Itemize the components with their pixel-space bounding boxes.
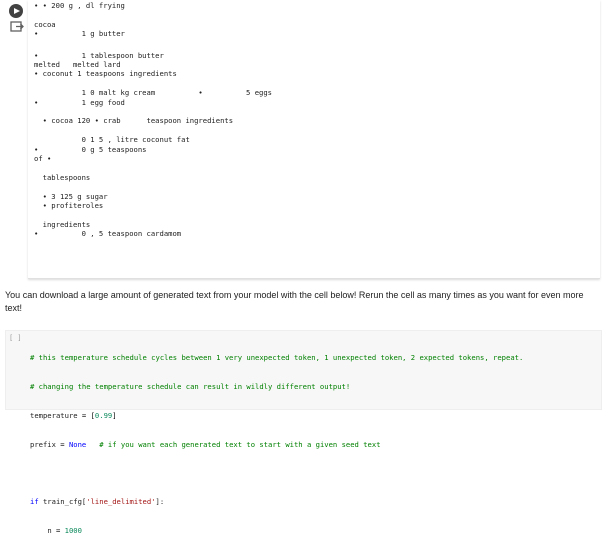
output-line: of • [34,154,52,163]
code-comment: # changing the temperature schedule can … [30,381,351,391]
cell-execution-count[interactable]: [ ] [9,334,22,342]
output-line: • 1 tablespoon butter [34,50,164,60]
output-line: • 3 125 g sugar [34,191,108,201]
output-line: • 1 egg food [34,97,125,107]
output-line: • profiteroles [34,201,104,210]
cell-gutter [0,0,28,290]
code-keyword: if [30,497,39,507]
output-line: 0 1 5 , litre coconut fat [34,135,190,145]
code-comment: # if you want each generated text to sta… [99,439,381,449]
output-clear-icon[interactable] [10,20,24,34]
run-cell-button[interactable] [9,4,23,18]
code-expression: train_cfg[ [42,497,87,507]
markdown-text: You can download a large amount of gener… [5,290,584,313]
code-string: 'line_delimited' [86,497,156,507]
output-line: • 1 g butter [34,29,125,39]
code-constant: None [68,439,87,449]
output-line: cocoa [34,19,56,29]
code-comment: # this temperature schedule cycles betwe… [30,353,524,363]
output-line: 1 0 malt kg cream • 5 eggs [34,88,272,98]
markdown-cell: You can download a large amount of gener… [5,289,595,315]
code-variable: prefix [30,439,56,449]
output-line: ingredients [34,219,91,229]
cell-output-area: • • 200 g , dl frying cocoa • 1 g butter • … [28,0,600,279]
output-line: tablespoons [34,172,91,182]
output-line: • coconut 1 teaspoons ingredients [34,69,177,79]
code-editor[interactable]: # this temperature schedule cycles betwe… [30,334,523,555]
code-variable: temperature [30,410,78,420]
code-expression-end: ]: [155,497,165,507]
output-line: • 0 , 5 teaspoon cardamom [34,229,182,239]
output-line: melted melted lard [34,60,121,69]
code-number: 0.99 [94,410,113,420]
output-line: • 0 g 5 teaspoons [34,144,147,154]
code-number: 1000 [64,525,82,535]
output-line: • • 200 g , dl frying [34,1,125,10]
code-cell[interactable]: [ ] # this temperature schedule cycles b… [5,330,602,535]
output-line: • cocoa 120 • crab teaspoon ingredients [34,116,234,126]
